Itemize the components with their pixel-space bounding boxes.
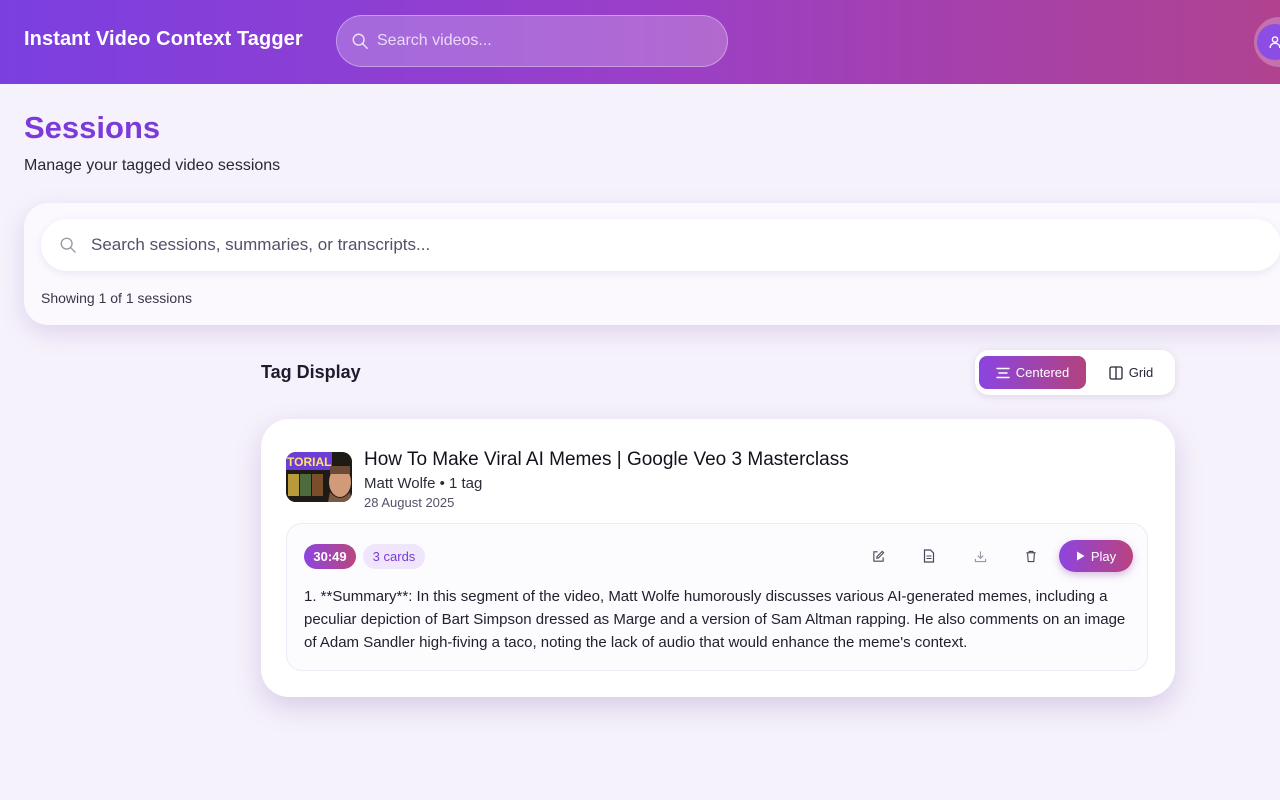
play-icon — [1076, 551, 1085, 561]
transcript-button[interactable] — [919, 546, 939, 566]
download-icon — [974, 550, 986, 562]
view-centered-label: Centered — [1015, 365, 1070, 380]
thumbnail-image: TORIAL — [286, 452, 352, 502]
session-search-input[interactable] — [91, 219, 1241, 271]
document-icon — [923, 549, 935, 563]
tag-card: 30:49 3 cards Play 1. **Summary**: In th… — [286, 523, 1148, 671]
columns-icon — [1109, 365, 1123, 380]
view-centered-button[interactable]: Centered — [979, 356, 1086, 389]
video-title[interactable]: How To Make Viral AI Memes | Google Veo … — [364, 449, 849, 471]
download-button[interactable] — [970, 546, 990, 566]
align-center-icon — [996, 367, 1010, 378]
video-date: 28 August 2025 — [364, 495, 455, 510]
view-grid-label: Grid — [1128, 365, 1154, 380]
user-menu-button[interactable] — [1254, 17, 1280, 67]
page-subtitle: Manage your tagged video sessions — [24, 157, 281, 174]
video-thumbnail[interactable]: TORIAL — [286, 452, 352, 502]
cards-count-badge: 3 cards — [363, 544, 425, 569]
video-search-input[interactable] — [377, 16, 717, 66]
session-search-panel: Showing 1 of 1 sessions — [24, 203, 1280, 325]
video-search-box[interactable] — [336, 15, 728, 67]
tag-display-heading: Tag Display — [261, 362, 361, 382]
timestamp-badge[interactable]: 30:49 — [304, 544, 356, 569]
session-card: TORIAL How To Make Viral AI Memes | Goog… — [261, 419, 1175, 697]
results-count: Showing 1 of 1 sessions — [41, 290, 192, 306]
trash-icon — [1026, 550, 1036, 562]
session-search-box[interactable] — [41, 219, 1280, 271]
top-bar: Instant Video Context Tagger — [0, 0, 1280, 84]
play-button[interactable]: Play — [1059, 540, 1133, 572]
svg-text:TORIAL: TORIAL — [287, 455, 331, 469]
avatar — [1257, 24, 1280, 60]
search-icon — [352, 33, 368, 49]
video-meta: Matt Wolfe • 1 tag — [364, 475, 483, 492]
view-toggle: Centered Grid — [975, 350, 1175, 395]
play-label: Play — [1090, 548, 1117, 564]
edit-button[interactable] — [868, 546, 888, 566]
search-icon — [60, 237, 76, 253]
tag-summary: 1. **Summary**: In this segment of the v… — [304, 588, 1126, 651]
edit-icon — [872, 550, 884, 562]
app-title: Instant Video Context Tagger — [24, 28, 303, 50]
page-title: Sessions — [24, 110, 161, 145]
user-icon — [1269, 36, 1280, 49]
delete-button[interactable] — [1021, 546, 1041, 566]
view-grid-button[interactable]: Grid — [1095, 356, 1167, 389]
